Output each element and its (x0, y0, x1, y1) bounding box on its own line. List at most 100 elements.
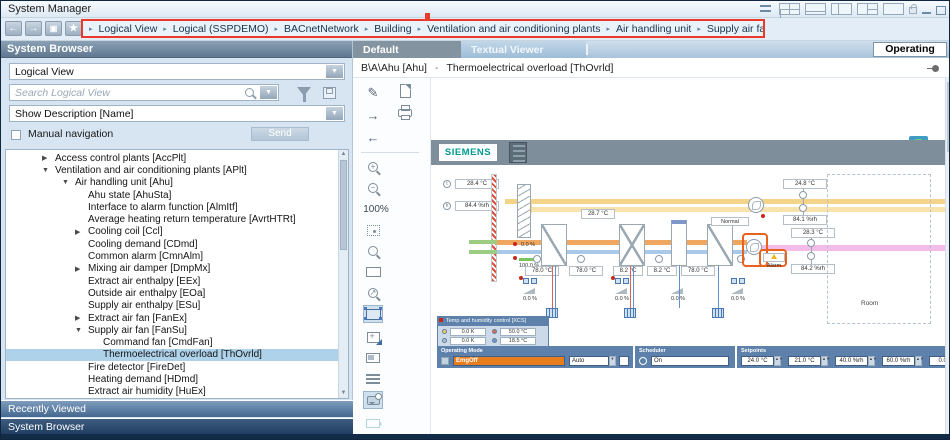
chevron-down-icon[interactable]: ▼ (326, 107, 343, 120)
layout-mixed-icon[interactable] (857, 3, 878, 15)
zoom-out-icon[interactable]: − (363, 179, 383, 197)
history-button[interactable]: ▣ (45, 21, 62, 36)
mid-temp-value[interactable]: 28.7 °C (581, 209, 615, 219)
extract-humidity-value[interactable]: 84.1 %rh (783, 215, 827, 225)
stepper-buttons[interactable]: ▲▼ (821, 356, 828, 366)
forward-button[interactable]: → (25, 21, 42, 36)
viewport-icon[interactable] (363, 263, 383, 281)
damper-position-value[interactable]: 0.0 % (521, 242, 535, 248)
tree-item[interactable]: ▶ Access control plants [AccPlt] (6, 152, 338, 164)
stepper-buttons[interactable]: ▲▼ (868, 356, 875, 366)
tab-default[interactable]: Default (353, 41, 461, 58)
selection-frame-icon[interactable] (363, 305, 383, 323)
breadcrumb-link[interactable]: Building (374, 23, 411, 35)
setpoint-value[interactable]: 21.0 °C (788, 356, 821, 366)
tree-item[interactable]: Interface to alarm function [AlmItf] (6, 201, 338, 213)
tree-item[interactable]: ▼ Air handling unit [Ahu] (6, 177, 338, 189)
xcs-value[interactable]: 18.5 °C (500, 337, 536, 345)
gauge-value[interactable]: 0.0 % (615, 296, 629, 302)
filter-icon[interactable] (297, 87, 311, 96)
operating-mode-dropdown[interactable]: Auto (569, 356, 609, 366)
zoom-region-icon[interactable]: ↗ (363, 284, 383, 302)
gauge-value[interactable]: 0.0 % (523, 296, 537, 302)
tree-item[interactable]: Heating demand [HDmd] (6, 373, 338, 385)
extract-fan-state[interactable]: Normal (711, 217, 749, 226)
layout-single-icon[interactable] (883, 3, 904, 15)
air-damper[interactable] (517, 184, 531, 238)
operating-button[interactable]: Operating (873, 42, 947, 57)
breadcrumb-link[interactable]: Ventilation and air conditioning plants (427, 23, 600, 35)
scheduler-value[interactable]: On (651, 356, 729, 366)
setpoint-value[interactable]: 40.0 %rh (835, 356, 868, 366)
layout-quad-icon[interactable] (779, 3, 800, 15)
setpoint-value[interactable]: 0.0 K (929, 356, 945, 366)
xcs-panel-title[interactable]: Temp and humidity control [XCS] (438, 317, 548, 326)
hx-value[interactable]: 78.0 °C (681, 266, 715, 276)
breadcrumb-link[interactable]: BACnetNetwork (284, 23, 359, 35)
expander-icon[interactable]: ▼ (75, 327, 88, 334)
layout-left-split-icon[interactable] (831, 3, 852, 15)
heating-coil-unit[interactable] (619, 224, 645, 266)
tree-item[interactable]: Command fan [CmdFan] (6, 336, 338, 348)
zoom-level[interactable]: 100% (361, 200, 391, 218)
scrollbar-thumb[interactable] (340, 160, 347, 250)
save-search-icon[interactable] (323, 87, 336, 99)
valve-icon[interactable] (615, 278, 621, 284)
expander-icon[interactable]: ▶ (75, 314, 88, 322)
search-chevron-down-icon[interactable]: ▼ (260, 86, 277, 99)
cooling-coil-unit[interactable] (707, 224, 733, 266)
tree-item[interactable]: Average heating return temperature [Avrt… (6, 213, 338, 225)
system-browser-bar[interactable]: System Browser (1, 418, 353, 434)
new-page-icon[interactable] (395, 82, 415, 100)
fit-to-view-icon[interactable] (363, 221, 383, 239)
hx-value[interactable]: 8.2 °C (647, 266, 677, 276)
back-button[interactable]: ← (5, 21, 22, 36)
tree-item[interactable]: ▼ Ventilation and air conditioning plant… (6, 164, 338, 176)
valve-icon[interactable] (731, 278, 737, 284)
manual-navigation-checkbox[interactable] (11, 130, 21, 140)
valve-icon[interactable] (739, 278, 745, 284)
hx-value[interactable]: 78.0 °C (569, 266, 603, 276)
pen-tool-icon[interactable]: ✎ (363, 84, 383, 102)
tree-item[interactable]: Fire detector [FireDet] (6, 361, 338, 373)
minimize-icon[interactable] (922, 12, 931, 14)
operating-mode-value[interactable]: EmgOff (453, 356, 565, 366)
expander-icon[interactable]: ▼ (62, 179, 75, 186)
extract-fan[interactable] (748, 197, 764, 213)
layers-list-icon[interactable] (363, 370, 383, 388)
hx-value[interactable]: 8.2 °C (613, 266, 643, 276)
forward-step-icon[interactable]: → (363, 106, 383, 124)
search-icon[interactable] (245, 88, 254, 97)
object-path[interactable]: B\A\Ahu [Ahu] (361, 62, 427, 74)
stepper-buttons[interactable]: ▲▼ (915, 356, 922, 366)
maximize-icon[interactable] (936, 6, 946, 15)
favorites-star-button[interactable]: ★ (65, 21, 82, 36)
view-dropdown[interactable]: Logical View ▼ (9, 63, 345, 80)
collapse-ribbon-icon[interactable] (758, 3, 774, 15)
tree-item[interactable]: Extract air enthalpy [EEx] (6, 275, 338, 287)
breadcrumb-link[interactable]: Supply air fan (707, 23, 765, 35)
breadcrumb-link[interactable]: Air handling unit (616, 23, 691, 35)
tree-item[interactable]: Ahu state [AhuSta] (6, 189, 338, 201)
xcs-value[interactable]: 0.0 K (450, 337, 486, 345)
description-dropdown[interactable]: Show Description [Name] ▼ (9, 105, 345, 122)
setpoint-value[interactable]: 60.0 %rh (882, 356, 915, 366)
xcs-value[interactable]: 50.0 °C (500, 328, 536, 336)
expander-icon[interactable]: ▶ (75, 228, 88, 236)
search-input[interactable]: Search Logical View ▼ (9, 84, 279, 101)
setpoint-value[interactable]: 24.0 °C (741, 356, 774, 366)
extract-temp-value[interactable]: 24.8 °C (783, 179, 827, 189)
tree-item[interactable]: ▶ Cooling coil [Ccl] (6, 226, 338, 238)
hx-value[interactable]: 78.0 °C (525, 266, 559, 276)
apply-mode-button[interactable] (619, 356, 629, 366)
tree-item[interactable]: ▶ Extract air fan [FanEx] (6, 312, 338, 324)
chevron-down-icon[interactable]: ▼ (609, 356, 616, 366)
humidifier-unit[interactable] (671, 220, 687, 266)
stepper-buttons[interactable]: ▲▼ (774, 356, 781, 366)
recently-viewed-bar[interactable]: Recently Viewed (1, 400, 353, 417)
gauge-value[interactable]: 0.0 % (731, 296, 745, 302)
tree-item[interactable]: Cooling demand [CDmd] (6, 238, 338, 250)
tree-item[interactable]: ▶ Mixing air damper [DmpMx] (6, 263, 338, 275)
breadcrumb-link[interactable]: Logical (SSPDEMO) (173, 23, 269, 35)
expander-icon[interactable]: ▶ (42, 154, 55, 162)
